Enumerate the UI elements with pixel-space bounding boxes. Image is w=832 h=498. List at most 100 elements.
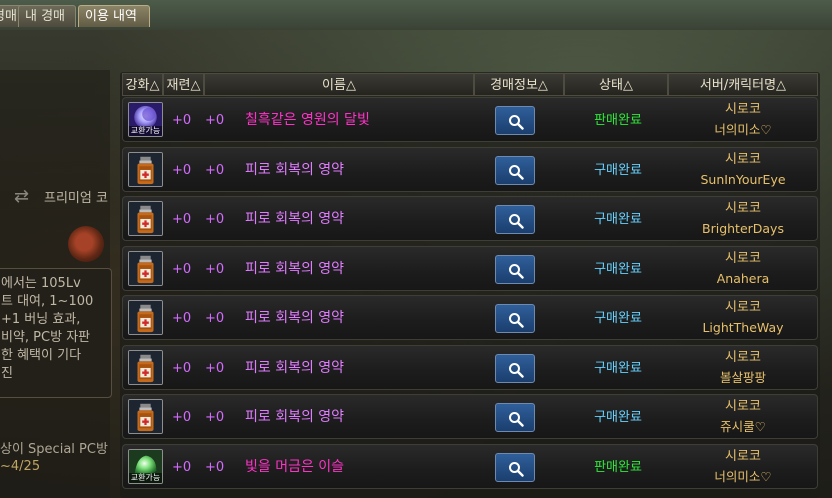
enhance-value: +0 <box>172 113 192 128</box>
potion-bottle-icon[interactable] <box>128 250 163 286</box>
character-name: 너의미소♡ <box>714 468 772 484</box>
magnifier-glyph <box>509 263 524 279</box>
spell-value: +0 <box>205 212 225 227</box>
benefit-line: 한 혜택이 기다 <box>1 348 82 363</box>
potion-bottle-icon[interactable] <box>128 300 163 335</box>
character-name: LightTheWay <box>702 320 784 335</box>
moon-orb-icon[interactable]: 교환가능 <box>128 102 163 137</box>
auction-info-button[interactable] <box>495 254 535 284</box>
item-name: 피로 회복의 영약 <box>245 161 345 178</box>
potion-bottle-icon[interactable] <box>128 399 163 434</box>
item-name: 빛을 머금은 이슬 <box>245 458 345 475</box>
character-name: 너의미소♡ <box>714 122 772 137</box>
server-name: 시로코 <box>725 201 761 216</box>
character-name: BrighterDays <box>702 221 784 236</box>
auction-info-button[interactable] <box>495 403 535 432</box>
green-orb-icon[interactable]: 교환가능 <box>128 448 163 484</box>
enhance-value: +0 <box>172 212 192 227</box>
table-row[interactable]: +0 +0 피로 회복의 영약 구매완료 시로코 BrighterDays <box>122 196 818 241</box>
status-text: 구매완료 <box>594 162 642 178</box>
potion-bottle-icon[interactable] <box>128 349 163 385</box>
table-row[interactable]: 교환가능 +0 +0 칠흑같은 영원의 달빛 판매완료 시로코 너의미소♡ <box>122 97 818 142</box>
spell-value: +0 <box>205 162 225 178</box>
magnifier-glyph <box>509 461 524 477</box>
header-status[interactable]: 상태△ <box>564 73 668 96</box>
magnifier-glyph <box>509 362 524 378</box>
refresh-icon: ⇄ <box>14 186 30 207</box>
item-name: 칠흑같은 영원의 달빛 <box>245 112 370 128</box>
item-name: 피로 회복의 영약 <box>245 359 345 376</box>
character-name: 쥬시쿨♡ <box>720 419 766 434</box>
auction-info-button[interactable] <box>495 106 535 135</box>
character-name: SunInYourEye <box>700 171 786 187</box>
status-text: 구매완료 <box>594 410 642 425</box>
spell-value: +0 <box>205 410 225 425</box>
tradeable-badge: 교환가능 <box>129 472 162 483</box>
status-text: 구매완료 <box>594 212 642 227</box>
character-name: 볼살팡팡 <box>719 369 766 385</box>
tab-usage-history[interactable]: 이용 내역 <box>78 5 150 27</box>
benefit-line: 에서는 105Lv <box>1 276 81 291</box>
auction-info-button[interactable] <box>495 155 535 185</box>
benefit-line: 비약, PC방 자판 <box>1 330 91 345</box>
table-row[interactable]: +0 +0 피로 회복의 영약 구매완료 시로코쥬시쿨♡ <box>122 394 818 439</box>
enhance-value: +0 <box>172 459 192 475</box>
event-date: ~4/25 <box>0 459 41 474</box>
auction-info-button[interactable] <box>495 353 535 383</box>
table-row[interactable]: +0 +0 피로 회복의 영약 구매완료 시로코 SunInYourEye <box>122 146 818 192</box>
header-enhance[interactable]: 강화△ <box>122 73 163 96</box>
auction-info-button[interactable] <box>495 304 535 333</box>
table-header: 강화△ 재련△ 이름△ 경매정보△ 상태△ 서버/캐릭터명△ <box>122 73 818 96</box>
item-name: 피로 회복의 영약 <box>245 310 345 326</box>
enhance-value: +0 <box>172 261 192 277</box>
spell-value: +0 <box>205 261 225 277</box>
status-text: 판매완료 <box>594 459 642 475</box>
enhance-value: +0 <box>172 410 192 425</box>
potion-bottle-icon[interactable] <box>128 201 163 236</box>
header-auction-info[interactable]: 경매정보△ <box>474 73 564 96</box>
header-name[interactable]: 이름△ <box>204 73 474 96</box>
enhance-value: +0 <box>172 162 192 178</box>
enhance-value: +0 <box>172 311 192 326</box>
benefit-line: +1 버닝 효과, <box>1 312 81 327</box>
status-text: 구매완료 <box>594 360 642 376</box>
status-text: 판매완료 <box>594 113 642 128</box>
tradeable-badge: 교환가능 <box>129 126 162 136</box>
spell-value: +0 <box>205 311 225 326</box>
table-row[interactable]: +0 +0 피로 회복의 영약 구매완료 시로코볼살팡팡 <box>122 344 818 390</box>
tab-label: 이용 내역 <box>85 9 137 24</box>
special-pc-text: 상이 Special PC방 <box>0 442 108 457</box>
table-row[interactable]: +0 +0 피로 회복의 영약 구매완료 시로코 LightTheWay <box>122 295 818 340</box>
spell-value: +0 <box>205 459 225 475</box>
tab-label: 경매 <box>0 9 17 24</box>
server-name: 시로코 <box>725 300 761 315</box>
table-row[interactable]: 교환가능 +0 +0 빛을 머금은 이슬 판매완료 시로코너의미소♡ <box>122 443 818 489</box>
magnifier-glyph <box>509 313 524 328</box>
premium-label: 프리미엄 코 <box>44 191 108 206</box>
server-name: 시로코 <box>725 349 761 365</box>
spell-value: +0 <box>205 360 225 376</box>
server-name: 시로코 <box>725 151 761 167</box>
benefit-line: 진 <box>1 366 13 381</box>
server-name: 시로코 <box>725 250 761 266</box>
auction-info-button[interactable] <box>495 452 535 482</box>
enhance-value: +0 <box>172 360 192 376</box>
character-name: Anahera <box>716 270 770 286</box>
spell-value: +0 <box>205 113 225 128</box>
status-text: 구매완료 <box>594 311 642 326</box>
magnifier-glyph <box>509 214 524 229</box>
header-spell[interactable]: 재련△ <box>163 73 204 96</box>
table-row[interactable]: +0 +0 피로 회복의 영약 구매완료 시로코 Anahera <box>122 245 818 291</box>
auction-info-button[interactable] <box>495 205 535 234</box>
tab-bar: 경매 내 경매 이용 내역 <box>0 0 832 30</box>
medal-icon <box>68 226 104 262</box>
tab-label: 내 경매 <box>25 9 66 24</box>
item-name: 피로 회복의 영약 <box>245 409 345 425</box>
magnifier-glyph <box>509 115 524 130</box>
potion-bottle-icon[interactable] <box>128 151 163 187</box>
header-server-character[interactable]: 서버/캐릭터명△ <box>668 73 818 96</box>
server-name: 시로코 <box>725 399 761 414</box>
benefit-box: 에서는 105Lv 트 대여, 1~100 +1 버닝 효과, 비약, PC방 … <box>0 268 112 398</box>
server-name: 시로코 <box>725 448 761 464</box>
tab-my-auction[interactable]: 내 경매 <box>18 5 76 27</box>
